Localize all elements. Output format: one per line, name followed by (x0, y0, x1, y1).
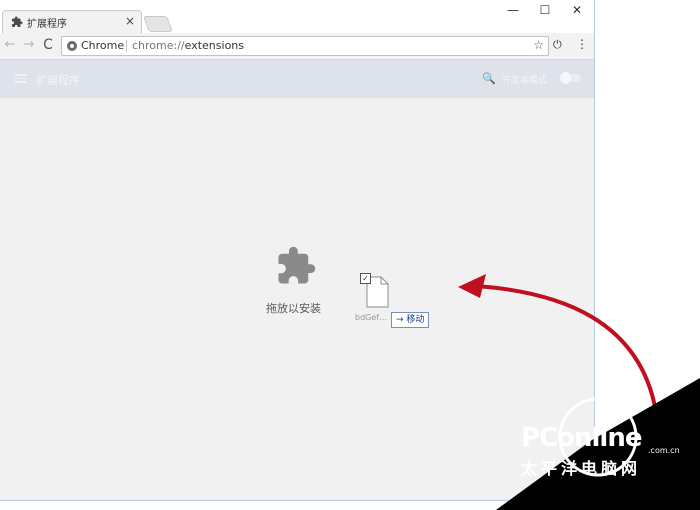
power-icon[interactable]: ⏻ (553, 38, 562, 52)
drag-checkbox: ✓ (360, 273, 371, 284)
new-tab-button[interactable] (143, 16, 173, 32)
watermark-cn: 太平洋电脑网 (521, 459, 642, 478)
tab-close-button[interactable]: × (125, 14, 135, 28)
page-title: 扩展程序 (36, 74, 80, 87)
minimize-button[interactable]: — (496, 0, 530, 20)
watermark-domain: .com.cn (648, 446, 680, 455)
address-bar[interactable]: Chrome chrome://extensions ☆ (61, 36, 549, 56)
puzzle-piece-icon (278, 246, 316, 284)
url-scheme: chrome:// (132, 39, 185, 52)
devmode-label: 开发者模式 (502, 76, 548, 86)
chrome-site-icon (67, 41, 77, 51)
tab-extensions[interactable]: 扩展程序 × (2, 10, 142, 34)
back-button[interactable]: ← (2, 37, 18, 53)
omnibox-divider (126, 40, 127, 52)
bookmark-star-icon[interactable]: ☆ (533, 38, 544, 52)
devmode-toggle[interactable] (560, 72, 581, 84)
move-tooltip: → 移动 (391, 312, 430, 328)
menu-kebab-icon[interactable]: ⋮ (576, 37, 588, 51)
hamburger-icon[interactable] (15, 74, 26, 83)
browser-window: 扩展程序 × — ☐ ✕ ← → C Chrome chrome://exten… (0, 0, 595, 501)
extensions-header: 扩展程序 🔍 开发者模式 (0, 60, 594, 98)
forward-button[interactable]: → (21, 37, 37, 53)
browser-toolbar: ← → C Chrome chrome://extensions ☆ ⏻ ⋮ (0, 33, 594, 60)
puzzle-icon (12, 16, 23, 27)
url-text: chrome://extensions (132, 39, 244, 52)
maximize-button[interactable]: ☐ (528, 0, 562, 20)
tab-strip: 扩展程序 × — ☐ ✕ (0, 0, 594, 34)
toggle-knob (560, 72, 572, 84)
drop-to-install-label: 拖放以安装 (266, 302, 321, 315)
watermark-brand: PConline (521, 423, 642, 453)
site-label: Chrome (81, 39, 125, 52)
url-path: extensions (184, 39, 244, 52)
search-icon[interactable]: 🔍 (482, 72, 496, 85)
reload-button[interactable]: C (40, 37, 56, 53)
close-window-button[interactable]: ✕ (560, 0, 594, 20)
tab-title: 扩展程序 (27, 19, 67, 30)
dragged-file-name: bdGef… (355, 313, 388, 322)
